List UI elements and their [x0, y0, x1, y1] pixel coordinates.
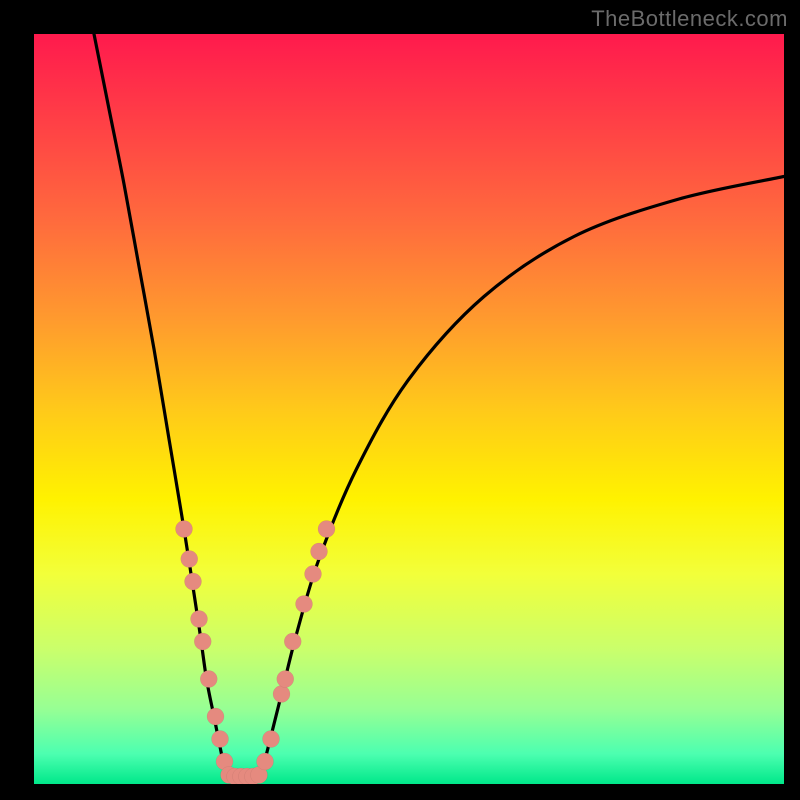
marker-dot — [207, 708, 224, 725]
marker-dot — [212, 731, 229, 748]
marker-dot — [273, 686, 290, 703]
curve-layer — [34, 34, 784, 784]
left-curve — [94, 34, 229, 777]
watermark-label: TheBottleneck.com — [591, 6, 788, 32]
marker-dot — [311, 543, 328, 560]
marker-dot — [263, 731, 280, 748]
marker-dot — [176, 521, 193, 538]
marker-dot — [318, 521, 335, 538]
marker-dot — [296, 596, 313, 613]
right-curve — [259, 177, 784, 777]
marker-dot — [194, 633, 211, 650]
marker-dot — [277, 671, 294, 688]
marker-dots — [176, 521, 336, 785]
marker-dot — [181, 551, 198, 568]
marker-dot — [284, 633, 301, 650]
plot-area — [34, 34, 784, 784]
marker-dot — [200, 671, 217, 688]
marker-dot — [191, 611, 208, 628]
marker-dot — [305, 566, 322, 583]
chart-frame: TheBottleneck.com — [0, 0, 800, 800]
marker-dot — [257, 753, 274, 770]
marker-dot — [185, 573, 202, 590]
